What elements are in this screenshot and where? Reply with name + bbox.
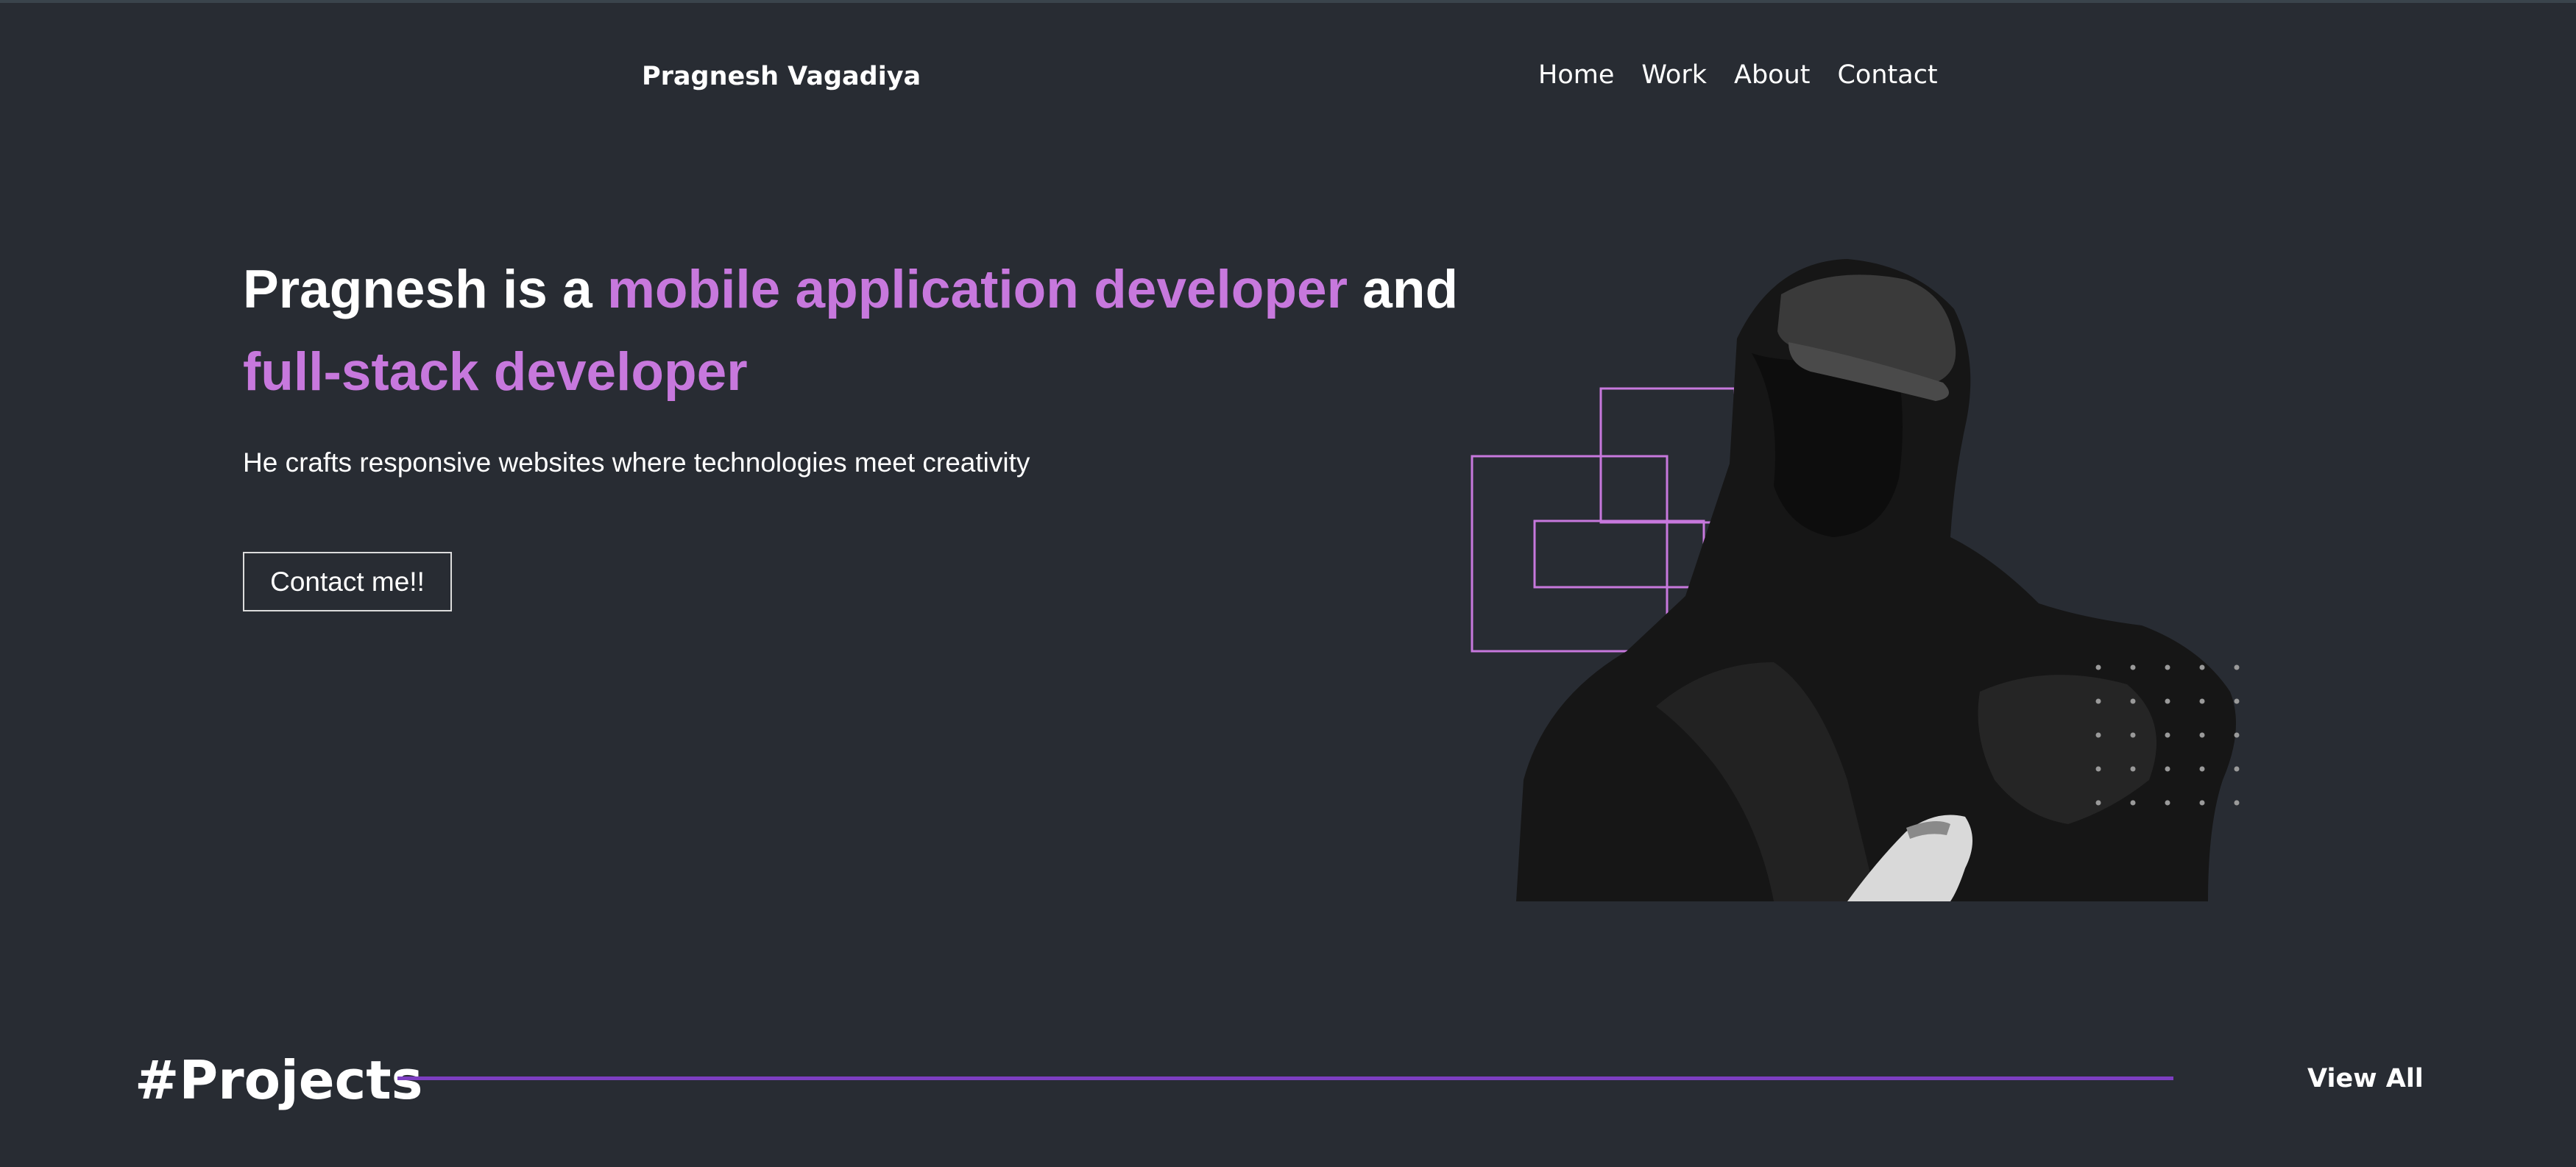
hero-subtitle: He crafts responsive websites where tech… <box>243 447 1030 478</box>
hero-title: Pragnesh is a mobile application develop… <box>243 249 1531 414</box>
nav-home[interactable]: Home <box>1538 60 1614 90</box>
person-photo <box>1516 259 2236 901</box>
hero-title-accent-mobile: mobile application developer <box>607 260 1348 319</box>
nav-work[interactable]: Work <box>1641 60 1707 90</box>
hero-title-text: Pragnesh is a <box>243 260 607 319</box>
contact-me-button[interactable]: Contact me!! <box>243 552 452 611</box>
hero-title-and: and <box>1348 260 1459 319</box>
nav-about[interactable]: About <box>1734 60 1810 90</box>
site-logo[interactable]: Pragnesh Vagadiya <box>642 62 921 91</box>
main-nav: Home Work About Contact <box>1538 60 1938 90</box>
nav-contact[interactable]: Contact <box>1837 60 1937 90</box>
hero-title-accent-fullstack: full-stack developer <box>243 342 748 402</box>
projects-divider-line <box>397 1076 2173 1080</box>
top-border <box>0 0 2576 3</box>
view-all-link[interactable]: View All <box>2307 1064 2424 1093</box>
hero-illustration <box>1471 259 2240 901</box>
projects-heading: #Projects <box>135 1049 423 1111</box>
